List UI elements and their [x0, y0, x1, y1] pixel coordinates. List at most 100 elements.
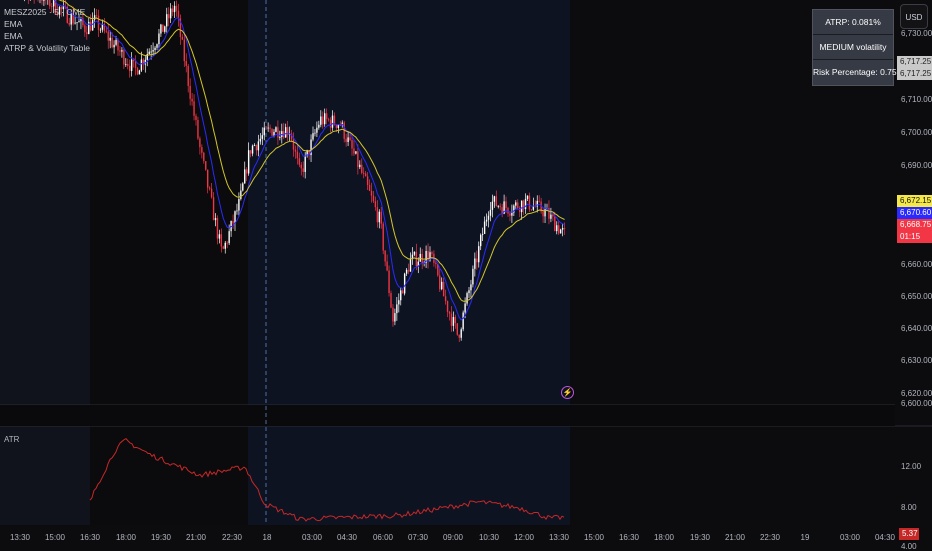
- candle-body: [259, 138, 262, 142]
- candle-body: [105, 30, 107, 32]
- chart-legend: MESZ2025 · 5 · CME EMA EMA ATRP & Volati…: [4, 6, 90, 54]
- symbol-title[interactable]: MESZ2025 · 5 · CME: [4, 6, 90, 18]
- candle-body: [538, 200, 540, 202]
- candle-body: [388, 270, 390, 294]
- time-axis-label: 13:30: [9, 533, 31, 542]
- candle-body: [325, 113, 328, 120]
- candle-body: [129, 65, 131, 71]
- price-axis-label: 6,700.00: [901, 128, 932, 137]
- candle-body: [357, 151, 359, 168]
- candle-body: [41, 0, 43, 1]
- candle-body: [384, 250, 386, 262]
- price-axis-label: 6,650.00: [901, 292, 932, 301]
- candle-body: [556, 225, 558, 232]
- candle-body: [452, 316, 455, 326]
- indicator-legend[interactable]: ATRP & Volatility Table: [4, 42, 90, 54]
- candle-body: [251, 145, 254, 154]
- candle-body: [312, 133, 314, 140]
- time-axis-label: 19: [800, 533, 810, 542]
- candle-body: [483, 221, 486, 234]
- candle-body: [347, 137, 349, 143]
- time-axis-label: 16:30: [79, 533, 101, 542]
- candle-body: [257, 141, 260, 151]
- candle-body: [294, 149, 297, 152]
- session-bg: [248, 0, 570, 525]
- candle-body: [511, 212, 513, 216]
- ema-legend-1[interactable]: EMA: [4, 18, 90, 30]
- session-bg: [90, 0, 248, 525]
- candle-body: [148, 51, 150, 55]
- lightning-icon[interactable]: ⚡: [561, 386, 574, 399]
- time-axis-label: 18:00: [653, 533, 675, 542]
- atrp-cell: ATRP: 0.081%: [813, 10, 893, 35]
- candle-body: [474, 258, 476, 269]
- price-axis-label: 6,640.00: [901, 324, 932, 333]
- last-price-tag: 6,668.75: [897, 219, 932, 231]
- candle-body: [520, 200, 523, 213]
- candle-body: [378, 211, 380, 223]
- candle-body: [481, 233, 484, 235]
- candle-body: [466, 293, 468, 304]
- atr-legend[interactable]: ATR: [4, 435, 19, 444]
- time-axis-label: 16:30: [618, 533, 640, 542]
- time-axis-label: 06:00: [372, 533, 394, 542]
- candle-body: [246, 169, 248, 174]
- candle-body: [505, 201, 507, 208]
- candle-body: [489, 209, 492, 216]
- candle-body: [314, 132, 316, 134]
- candle-body: [164, 26, 166, 32]
- candle-body: [255, 145, 258, 151]
- candle-body: [43, 0, 45, 1]
- currency-button[interactable]: USD: [900, 4, 928, 29]
- candle-body: [355, 151, 357, 154]
- candle-body: [460, 329, 462, 338]
- candle-body: [113, 44, 115, 48]
- risk-cell: Risk Percentage: 0.75%: [813, 67, 905, 77]
- candle-body: [361, 164, 363, 173]
- time-axis-label: 15:00: [44, 533, 66, 542]
- time-axis-label: 13:30: [548, 533, 570, 542]
- candle-body: [201, 147, 203, 153]
- candle-body: [402, 290, 404, 294]
- candle-body: [189, 85, 191, 99]
- candle-body: [327, 119, 330, 120]
- candle-body: [150, 51, 152, 53]
- candle-body: [386, 261, 388, 271]
- candle-body: [382, 223, 384, 251]
- time-axis-label: 18:00: [115, 533, 137, 542]
- candle-body: [173, 5, 176, 13]
- candle-body: [345, 138, 347, 143]
- price-axis-label: 6,630.00: [901, 356, 932, 365]
- candle-body: [472, 268, 474, 285]
- candle-body: [222, 246, 224, 249]
- candle-body: [359, 164, 361, 168]
- candle-body: [166, 14, 168, 27]
- candle-body: [349, 137, 351, 141]
- chart-canvas[interactable]: [0, 0, 932, 550]
- high-tag-2: 6,717.25: [897, 68, 932, 80]
- price-axis-label: 6,660.00: [901, 260, 932, 269]
- time-axis-label: 12:00: [513, 533, 535, 542]
- candle-body: [91, 19, 94, 31]
- candle-body: [279, 136, 281, 138]
- candle-body: [236, 210, 238, 212]
- time-axis-label: 22:30: [759, 533, 781, 542]
- ema-fast-tag: 6,670.60: [897, 207, 932, 219]
- candle-body: [318, 124, 320, 128]
- candle-body: [185, 61, 187, 66]
- candle-body: [407, 269, 410, 272]
- candle-body: [119, 50, 121, 52]
- candle-body: [175, 5, 178, 11]
- candle-body: [298, 158, 301, 165]
- time-axis-label: 18: [262, 533, 272, 542]
- candle-body: [509, 213, 511, 216]
- candle-body: [197, 119, 199, 139]
- time-axis-label: 19:30: [150, 533, 172, 542]
- candle-body: [392, 307, 394, 322]
- candle-body: [123, 50, 125, 65]
- candle-body: [316, 127, 318, 133]
- candle-body: [162, 24, 164, 32]
- candle-body: [470, 284, 472, 291]
- candle-body: [181, 37, 184, 40]
- ema-legend-2[interactable]: EMA: [4, 30, 90, 42]
